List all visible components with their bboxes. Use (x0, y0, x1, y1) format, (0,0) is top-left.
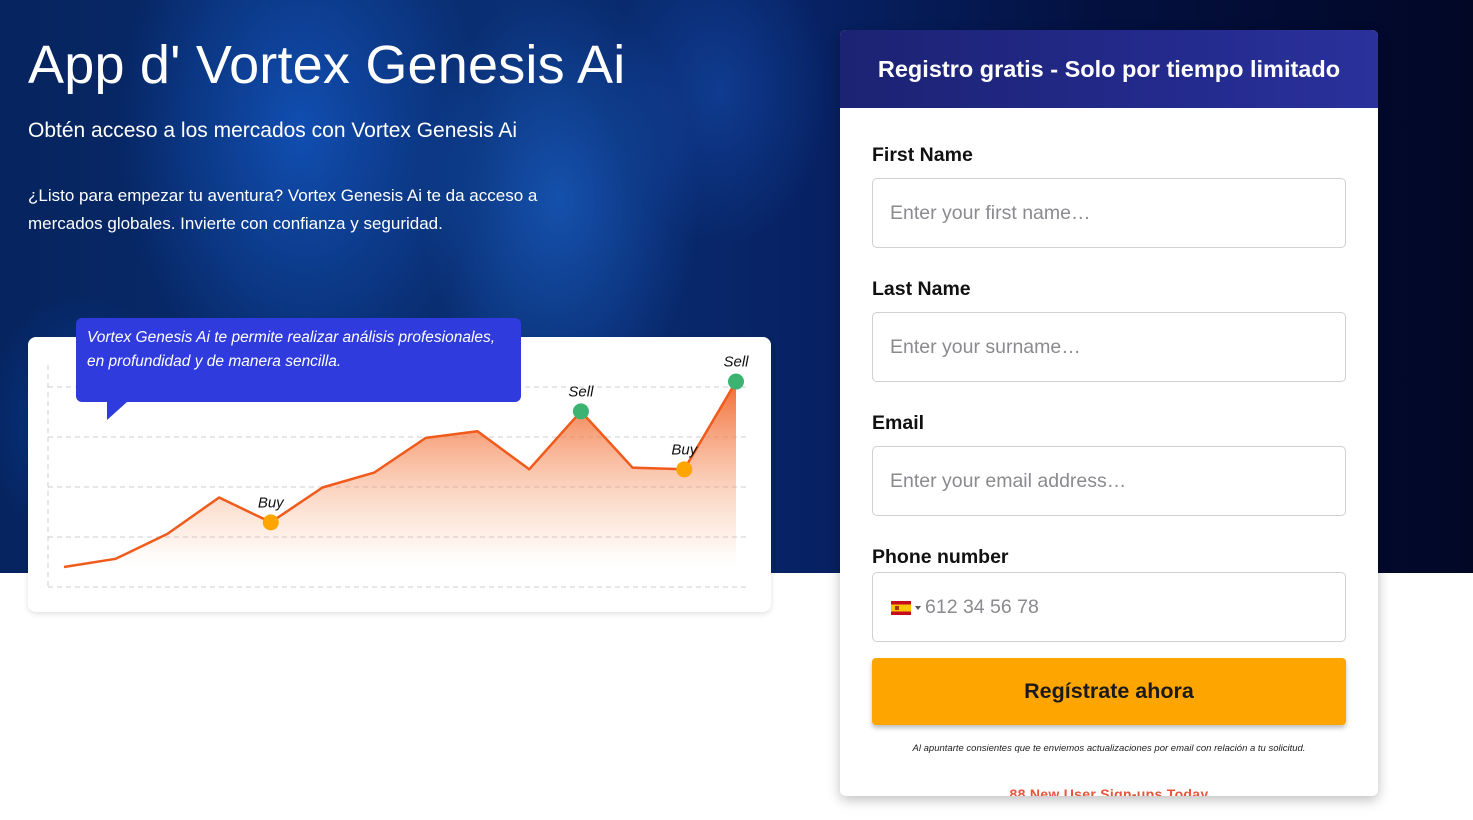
spain-flag-icon[interactable] (891, 601, 911, 615)
chart-area (64, 381, 736, 572)
chart-marker-buy (676, 461, 693, 478)
email-input[interactable] (872, 446, 1346, 516)
email-label: Email (872, 412, 925, 434)
hero-description: ¿Listo para empezar tu aventura? Vortex … (28, 186, 538, 233)
chart-marker-label: Buy (258, 494, 285, 511)
chart-tooltip: Vortex Genesis Ai te permite realizar an… (76, 318, 521, 420)
chart-marker-sell (728, 373, 744, 390)
register-button[interactable]: Regístrate ahora (872, 658, 1346, 725)
hero-subtitle: Obtén acceso a los mercados con Vortex G… (28, 119, 518, 142)
signups-counter: 88 New User Sign-ups Today (1009, 786, 1209, 796)
chart-marker-label: Sell (568, 383, 594, 400)
chart-marker-sell (572, 403, 589, 420)
form-header: Registro gratis - Solo por tiempo limita… (840, 30, 1378, 108)
last-name-label: Last Name (872, 278, 971, 300)
country-dropdown-caret-icon[interactable] (915, 606, 921, 610)
consent-text: Al apuntarte consientes que te enviemos … (912, 743, 1306, 754)
form-header-title: Registro gratis - Solo por tiempo limita… (877, 55, 1341, 82)
hero-title: App d' Vortex Genesis Ai (28, 35, 626, 95)
last-name-input[interactable] (872, 312, 1346, 382)
chart-marker-label: Buy (671, 441, 698, 458)
phone-input[interactable] (925, 573, 1335, 641)
form-body: First Name Last Name Email Phone number … (840, 144, 1378, 796)
phone-field (872, 572, 1346, 642)
registration-form-card: Registro gratis - Solo por tiempo limita… (840, 30, 1378, 796)
first-name-input[interactable] (872, 178, 1346, 248)
chart-marker-label: Sell (723, 354, 749, 371)
phone-label: Phone number (872, 546, 1009, 568)
first-name-label: First Name (872, 144, 973, 166)
chart-marker-buy (262, 514, 279, 531)
